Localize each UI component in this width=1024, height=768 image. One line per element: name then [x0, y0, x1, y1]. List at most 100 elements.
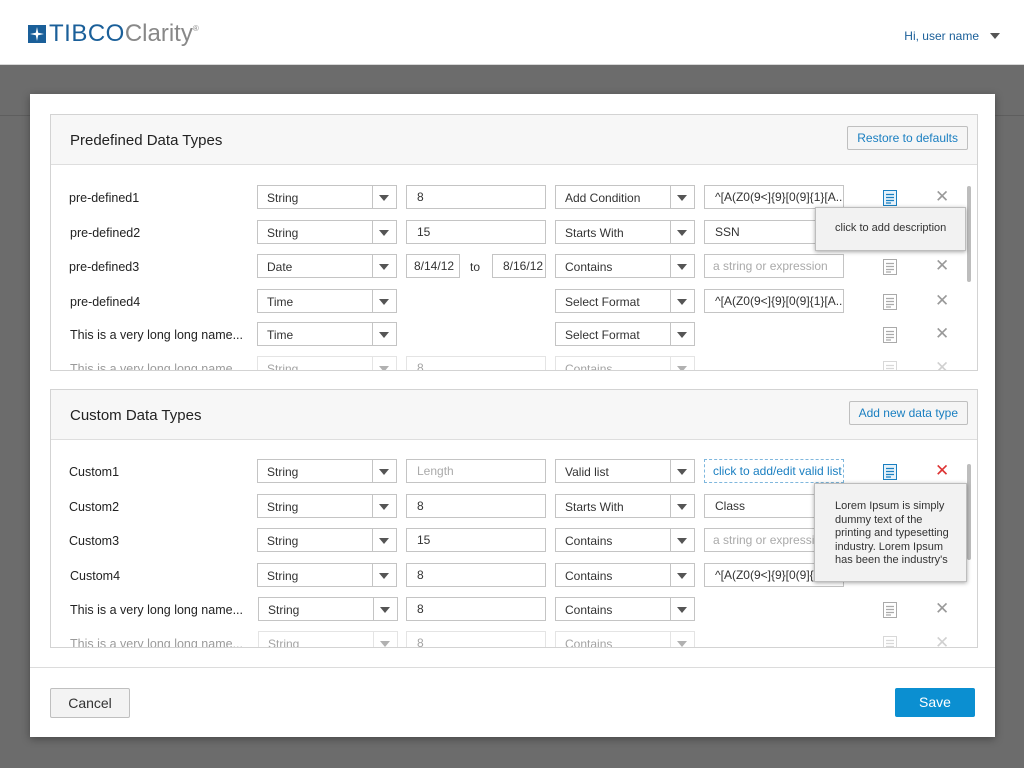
type-select[interactable]: Date	[257, 254, 397, 278]
edit-valid-list-link[interactable]: click to add/edit valid list	[704, 459, 844, 483]
condition-select[interactable]: Add Condition	[555, 185, 695, 209]
condition-select[interactable]: Contains	[555, 356, 695, 370]
type-select-value: String	[267, 362, 299, 370]
close-icon[interactable]: ✕	[935, 462, 949, 480]
user-menu[interactable]: Hi, user name	[904, 29, 1000, 43]
scrollbar[interactable]	[967, 464, 971, 560]
type-select[interactable]: Time	[257, 289, 397, 313]
condition-select[interactable]: Select Format	[555, 289, 695, 313]
date-to-input[interactable]: 8/16/12	[492, 254, 546, 278]
condition-select[interactable]: Starts With	[555, 220, 695, 244]
value-input[interactable]: 8	[406, 597, 546, 621]
type-select[interactable]: Time	[257, 322, 397, 346]
close-icon[interactable]: ✕	[935, 292, 949, 310]
close-icon[interactable]: ✕	[935, 634, 949, 648]
close-icon[interactable]: ✕	[935, 325, 949, 343]
panel-title: Custom Data Types	[70, 407, 202, 424]
restore-defaults-button[interactable]: Restore to defaults	[847, 126, 968, 150]
type-select[interactable]: String	[257, 528, 397, 552]
type-select[interactable]: String	[258, 631, 398, 647]
type-select-value: String	[267, 191, 299, 205]
data-type-row: pre-defined3 Date 8/14/12 to 8/16/12 Con…	[51, 254, 977, 280]
type-select-value: String	[267, 226, 299, 240]
save-button[interactable]: Save	[895, 688, 975, 717]
condition-select[interactable]: Contains	[555, 631, 695, 647]
type-select[interactable]: String	[258, 597, 398, 621]
condition-select[interactable]: Contains	[555, 254, 695, 278]
condition-select[interactable]: Valid list	[555, 459, 695, 483]
close-icon[interactable]: ✕	[935, 257, 949, 275]
condition-select[interactable]: Starts With	[555, 494, 695, 518]
brand-registered-mark: ®	[192, 24, 199, 33]
value-input[interactable]: 8	[406, 563, 546, 587]
row-name: pre-defined2	[70, 226, 141, 240]
scrollbar[interactable]	[967, 186, 971, 282]
value-input[interactable]: 8	[406, 494, 546, 518]
condition-select[interactable]: Contains	[555, 597, 695, 621]
data-type-row: This is a very long long name... Time Se…	[51, 322, 977, 348]
custom-data-types-panel: Custom Data Types Add new data type Cust…	[50, 389, 978, 648]
condition-select[interactable]: Contains	[555, 563, 695, 587]
custom-list: Custom1 String Length Valid list click t…	[51, 440, 977, 647]
chevron-down-icon	[372, 221, 396, 243]
chevron-down-icon	[670, 255, 694, 277]
value-input[interactable]: 15	[406, 528, 546, 552]
description-icon[interactable]	[883, 327, 897, 343]
row-name: Custom3	[69, 534, 120, 548]
condition-select-value: Starts With	[565, 226, 624, 240]
description-icon[interactable]	[883, 190, 897, 206]
brand-tibco: TIBCO	[49, 20, 125, 47]
close-icon[interactable]: ✕	[935, 600, 949, 618]
tibco-clarity-logo: TIBCO Clarity ®	[28, 22, 199, 46]
expression-input[interactable]: ^[A(Z0(9<]{9}[0(9]{1}[A...	[704, 289, 844, 313]
close-icon[interactable]: ✕	[935, 188, 949, 206]
description-icon[interactable]	[883, 636, 897, 647]
description-icon[interactable]	[883, 259, 897, 275]
chevron-down-icon	[372, 564, 396, 586]
date-from-input[interactable]: 8/14/12	[406, 254, 460, 278]
description-icon[interactable]	[883, 294, 897, 310]
row-name: pre-defined4	[70, 295, 141, 309]
cancel-button[interactable]: Cancel	[50, 688, 130, 718]
row-name: pre-defined3	[69, 260, 140, 274]
expression-input[interactable]: ^[A(Z0(9<]{9}[0(9]{1}[A...	[704, 185, 844, 209]
condition-select[interactable]: Select Format	[555, 322, 695, 346]
condition-select-value: Contains	[565, 534, 613, 548]
type-select[interactable]: String	[257, 185, 397, 209]
type-select[interactable]: String	[257, 563, 397, 587]
type-select-value: Time	[267, 295, 294, 309]
length-input[interactable]: Length	[406, 459, 546, 483]
row-name: This is a very long long name...	[70, 637, 243, 647]
expression-input[interactable]: a string or expression	[704, 254, 844, 278]
type-select[interactable]: String	[257, 220, 397, 244]
value-input[interactable]: 15	[406, 220, 546, 244]
value-input[interactable]: 8	[406, 185, 546, 209]
description-icon[interactable]	[883, 464, 897, 480]
data-types-dialog: Predefined Data Types Restore to default…	[30, 94, 995, 737]
type-select-value: String	[267, 465, 299, 479]
chevron-down-icon	[670, 290, 694, 312]
description-icon[interactable]	[883, 361, 897, 370]
tibco-logo-icon	[28, 25, 46, 43]
description-icon[interactable]	[883, 602, 897, 618]
value-input[interactable]: 8	[406, 631, 546, 647]
chevron-down-icon	[670, 632, 694, 647]
add-data-type-button[interactable]: Add new data type	[848, 401, 968, 425]
chevron-down-icon	[372, 186, 396, 208]
type-select[interactable]: String	[257, 459, 397, 483]
type-select-value: String	[268, 637, 300, 647]
data-type-row: This is a very long long name... String …	[51, 356, 977, 370]
type-select-value: Time	[267, 328, 294, 342]
condition-select[interactable]: Contains	[555, 528, 695, 552]
close-icon[interactable]: ✕	[935, 359, 949, 371]
chevron-down-icon	[373, 632, 397, 647]
row-name: Custom4	[70, 569, 121, 583]
type-select-value: String	[267, 500, 299, 514]
chevron-down-icon	[373, 598, 397, 620]
value-input[interactable]: 8	[406, 356, 546, 370]
type-select-value: String	[267, 569, 299, 583]
type-select[interactable]: String	[257, 494, 397, 518]
type-select[interactable]: String	[257, 356, 397, 370]
chevron-down-icon	[670, 529, 694, 551]
chevron-down-icon	[990, 33, 1000, 39]
